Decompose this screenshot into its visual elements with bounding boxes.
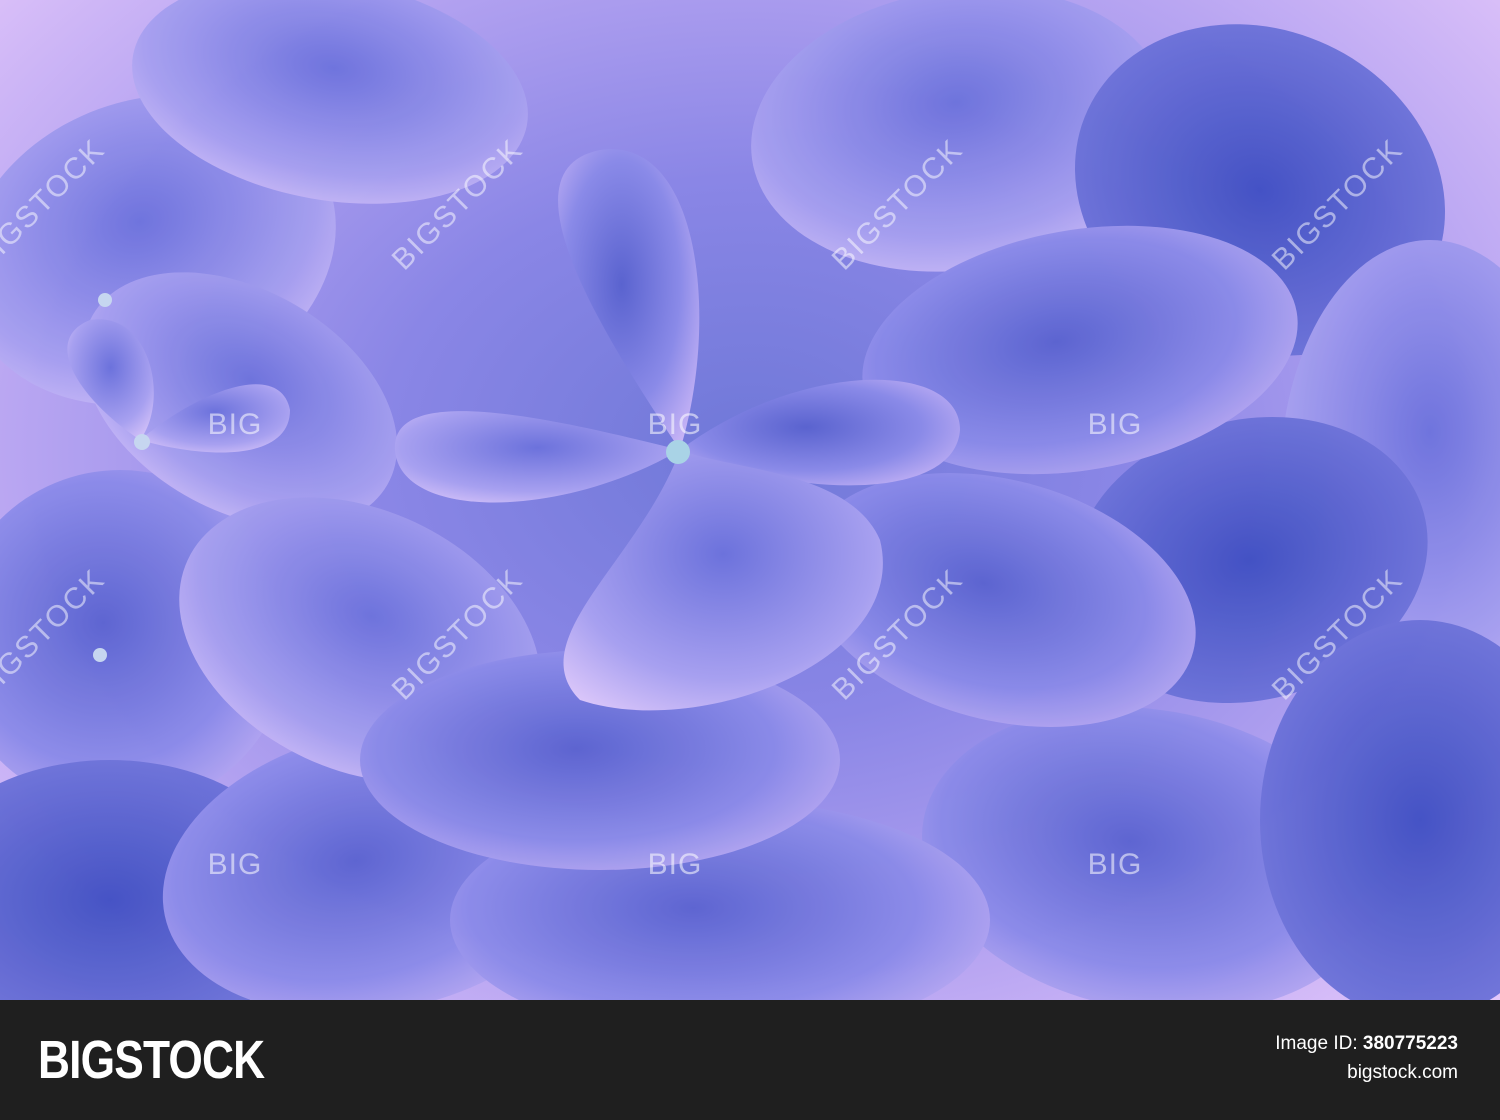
footer-bar: BIGSTOCK Image ID: 380775223 bigstock.co… (0, 1000, 1500, 1120)
site-link[interactable]: bigstock.com (1275, 1058, 1458, 1088)
image-id-row: Image ID: 380775223 (1275, 1030, 1458, 1058)
image-id-value: 380775223 (1362, 1033, 1458, 1054)
hydrangea-illustration (0, 0, 1500, 1000)
brand-logo: BIGSTOCK (38, 1030, 265, 1090)
stock-photo: BIG BIG BIG BIG BIG BIG BIGSTOCK BIGSTOC… (0, 0, 1500, 1000)
image-id-label: Image ID: (1275, 1033, 1358, 1054)
image-meta: Image ID: 380775223 bigstock.com (1275, 1030, 1458, 1088)
